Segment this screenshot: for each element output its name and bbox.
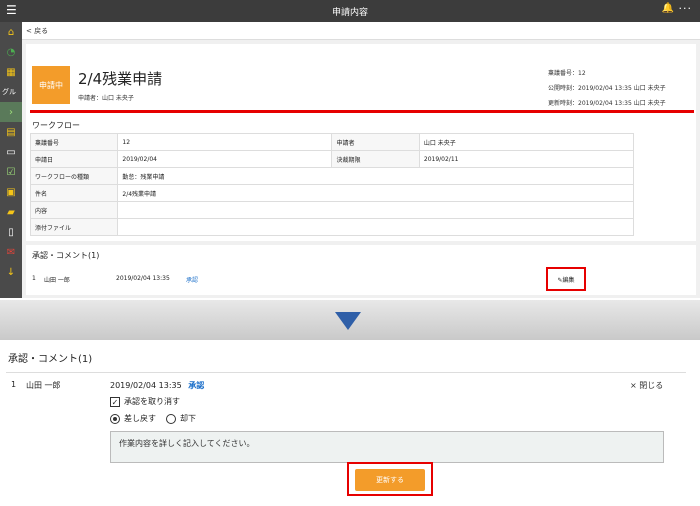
table-row: 申請日 2019/02/04 決裁期限 2019/02/11 <box>29 150 635 168</box>
table-cell: 内容 <box>29 201 119 219</box>
close-button[interactable]: × 閉じる <box>630 380 663 391</box>
table-row: 件名 2/4残業申請 <box>29 184 634 202</box>
table-cell: 2019/02/04 <box>117 150 333 168</box>
table-cell: 12 <box>117 133 333 151</box>
bell-icon[interactable]: 🔔 <box>662 3 674 14</box>
request-number: 稟議番号：12 <box>548 70 586 77</box>
pie-chart-icon[interactable]: ◔ <box>0 42 22 62</box>
radio-reject[interactable] <box>166 413 176 424</box>
detail-date-line: 2019/02/04 13:35 承認 <box>110 380 204 391</box>
approval-link[interactable]: 承認 <box>186 275 198 284</box>
check-list-icon[interactable]: ☑ <box>0 162 22 182</box>
card-icon[interactable]: ▭ <box>0 142 22 162</box>
list-item: 1 山田 一郎 2019/02/04 13:35 承認 <box>32 273 692 287</box>
comment-number: 1 <box>32 275 36 282</box>
table-row: ワークフローの種類 勤怠：残業申請 <box>29 167 634 185</box>
detail-title: 承認・コメント(1) <box>8 354 93 365</box>
comment-date: 2019/02/04 13:35 <box>116 275 170 282</box>
applicant-label: 申請者：山口 未央子 <box>78 95 134 102</box>
home-icon[interactable]: ⌂ <box>0 22 22 42</box>
request-meta: 稟議番号：12 公開時刻：2019/02/04 13:35 山口 未央子 更新時… <box>548 68 698 113</box>
table-cell: 添付ファイル <box>29 218 119 236</box>
comments-title: 承認・コメント(1) <box>32 251 100 260</box>
published-time: 公開時刻：2019/02/04 13:35 山口 未央子 <box>548 85 666 92</box>
workflow-title: ワークフロー <box>32 121 80 130</box>
highlight-underline <box>30 110 694 113</box>
back-link[interactable]: < 戻る <box>26 26 48 36</box>
status-badge: 申請中 <box>32 66 70 104</box>
table-cell: 2019/02/11 <box>418 150 635 168</box>
detail-date: 2019/02/04 13:35 <box>110 381 182 390</box>
radio-return[interactable] <box>110 413 120 424</box>
decision-radio-group: 差し戻す 却下 <box>110 413 196 424</box>
table-cell <box>117 218 634 236</box>
document-icon[interactable]: ▯ <box>0 222 22 242</box>
mail-icon[interactable]: ✉ <box>0 242 22 262</box>
more-icon[interactable]: ··· <box>679 2 693 15</box>
shop-icon[interactable]: ▦ <box>0 62 22 82</box>
detail-number: 1 <box>11 380 17 389</box>
group-label[interactable]: グル <box>0 82 22 102</box>
request-title: 2/4残業申請 <box>78 70 163 88</box>
table-cell <box>117 201 634 219</box>
table-cell: 決裁期限 <box>331 150 420 168</box>
down-arrow-icon <box>335 312 361 330</box>
table-row: 稟議番号 12 申請者 山口 未央子 <box>29 133 635 151</box>
mail-card-icon[interactable]: ▣ <box>0 182 22 202</box>
comment-textarea[interactable]: 作業内容を詳しく記入してください。 <box>110 431 664 463</box>
sidebar: ⌂ ◔ ▦ グル › ▤ ▭ ☑ ▣ ▰ ▯ ✉ ↓ <box>0 22 22 298</box>
detail-approval-link[interactable]: 承認 <box>188 381 204 390</box>
edit-button[interactable]: ✎編集 <box>546 267 586 291</box>
table-cell: 2/4残業申請 <box>117 184 634 202</box>
table-cell: ワークフローの種類 <box>29 167 119 185</box>
timecard-icon[interactable]: ▤ <box>0 122 22 142</box>
table-row: 添付ファイル <box>29 218 634 236</box>
cancel-approval-label: 承認を取り消す <box>124 397 180 406</box>
folder-icon[interactable]: ▰ <box>0 202 22 222</box>
table-row: 内容 <box>29 201 634 219</box>
workflow-table: 稟議番号 12 申請者 山口 未央子 申請日 2019/02/04 決裁期限 2… <box>29 133 635 236</box>
table-cell: 山口 未央子 <box>418 133 635 151</box>
cancel-approval-checkbox[interactable]: ✓ 承認を取り消す <box>110 396 180 407</box>
update-button[interactable]: 更新する <box>355 469 425 491</box>
table-cell: 件名 <box>29 184 119 202</box>
radio-return-label: 差し戻す <box>124 414 156 423</box>
table-cell: 申請日 <box>29 150 119 168</box>
pin-icon[interactable]: ↓ <box>0 262 22 282</box>
table-cell: 稟議番号 <box>29 133 119 151</box>
chevron-right-icon[interactable]: › <box>0 102 22 122</box>
table-cell: 勤怠：残業申請 <box>117 167 634 185</box>
checkbox-icon[interactable]: ✓ <box>110 396 120 407</box>
divider <box>6 372 686 373</box>
table-cell: 申請者 <box>331 133 420 151</box>
page-title: 申請内容 <box>331 8 368 18</box>
comments-card <box>26 245 696 295</box>
commenter-name: 山田 一郎 <box>44 277 70 284</box>
radio-reject-label: 却下 <box>180 414 196 423</box>
detail-commenter-name: 山田 一郎 <box>26 381 61 390</box>
app-header: ☰ 申請内容 🔔 ··· <box>0 0 700 22</box>
back-bar: < 戻る <box>22 22 700 40</box>
